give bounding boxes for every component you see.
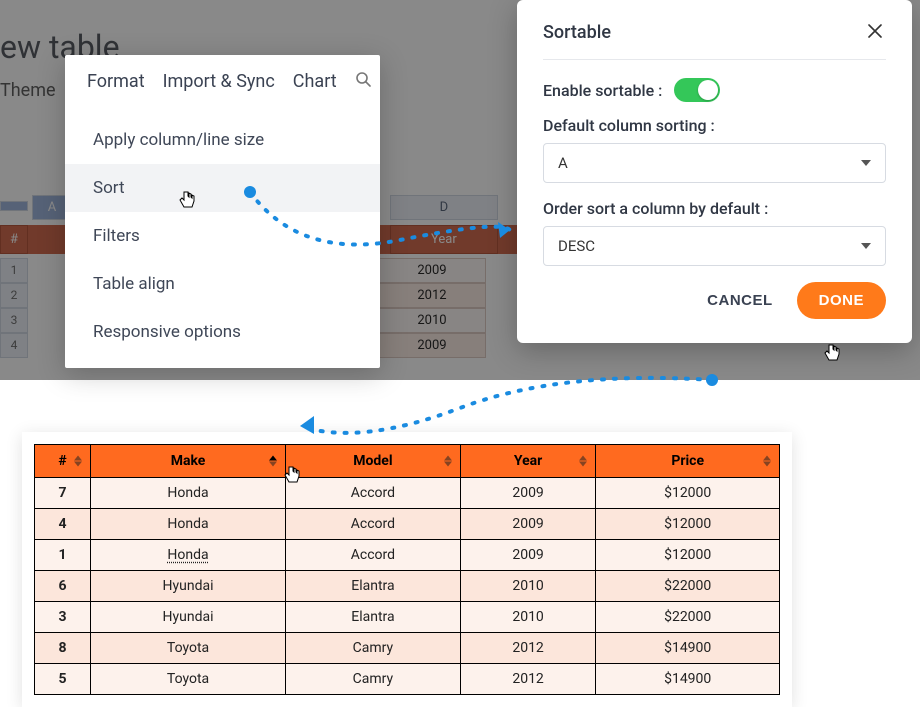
result-table-body: 7 Honda Accord 2009 $12000 4 Honda Accor… [35,478,780,695]
th-price[interactable]: Price [596,445,780,478]
chevron-down-icon [861,160,871,166]
default-column-value: A [558,154,568,172]
search-icon[interactable] [355,71,371,92]
enable-sortable-label: Enable sortable : [543,81,662,100]
cancel-button[interactable]: CANCEL [703,284,777,317]
default-column-label: Default column sorting : [543,116,886,135]
th-make[interactable]: Make [91,445,286,478]
sort-icon [763,456,771,467]
menu-item-sort[interactable]: Sort [65,164,380,212]
order-sort-label: Order sort a column by default : [543,199,886,218]
tab-format[interactable]: Format [87,71,145,92]
result-table: # Make Model Year Price 7 Ho [34,444,780,695]
sortable-dialog: Sortable Enable sortable : Default colum… [517,0,912,343]
menu-item-table-align[interactable]: Table align [65,260,380,308]
th-model[interactable]: Model [286,445,461,478]
table-row: 3 Hyundai Elantra 2010 $22000 [35,602,780,633]
table-row: 1 Honda Accord 2009 $12000 [35,540,780,571]
table-row: 5 Toyota Camry 2012 $14900 [35,664,780,695]
menu-item-apply-size[interactable]: Apply column/line size [65,116,380,164]
sort-icon [579,456,587,467]
close-icon[interactable] [864,20,886,45]
tab-chart[interactable]: Chart [293,71,337,92]
table-row: 4 Honda Accord 2009 $12000 [35,509,780,540]
default-column-select[interactable]: A [543,143,886,183]
order-sort-select[interactable]: DESC [543,226,886,266]
th-year[interactable]: Year [460,445,596,478]
chevron-down-icon [861,243,871,249]
done-button[interactable]: DONE [797,282,886,319]
sort-icon [74,456,82,467]
th-idx[interactable]: # [35,445,91,478]
menu-tab-strip: Format Import & Sync Chart [65,55,380,106]
result-table-card: # Make Model Year Price 7 Ho [22,432,792,707]
sort-icon [444,456,452,467]
sort-icon [269,456,277,467]
tab-import-sync[interactable]: Import & Sync [163,71,275,92]
menu-item-filters[interactable]: Filters [65,212,380,260]
dialog-title: Sortable [543,22,611,43]
table-row: 6 Hyundai Elantra 2010 $22000 [35,571,780,602]
table-row: 8 Toyota Camry 2012 $14900 [35,633,780,664]
table-row: 7 Honda Accord 2009 $12000 [35,478,780,509]
order-sort-value: DESC [558,237,595,255]
menu-item-responsive[interactable]: Responsive options [65,308,380,356]
format-menu: Format Import & Sync Chart Apply column/… [65,55,380,368]
enable-sortable-toggle[interactable] [674,78,720,102]
